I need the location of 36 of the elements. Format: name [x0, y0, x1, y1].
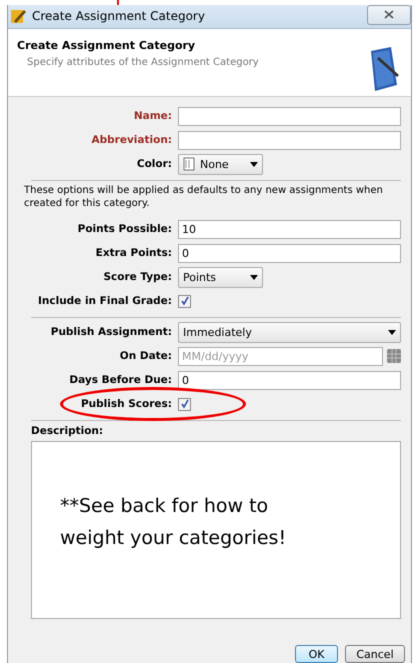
- field-label: Days Before Due:: [68, 374, 173, 386]
- field-label: On Date:: [118, 350, 173, 362]
- field-label: Publish Scores:: [80, 398, 173, 410]
- field-label: Publish Assignment:: [50, 326, 173, 338]
- window-title: Create Assignment Category: [32, 9, 205, 24]
- close-icon: [384, 10, 394, 19]
- defaults-note: These options will be applied as defaults to any new assignments when created for this category.: [23, 184, 384, 210]
- field-label: Points Possible:: [76, 223, 173, 235]
- input-field[interactable]: 10: [178, 220, 401, 238]
- checkbox[interactable]: [178, 398, 191, 410]
- cancel-button[interactable]: Cancel: [345, 645, 405, 663]
- description-label: Description:: [31, 425, 104, 437]
- field-label: Color:: [136, 158, 173, 170]
- ok-button[interactable]: OK: [295, 645, 338, 663]
- caret-icon: [388, 330, 396, 334]
- dialog-subtitle: Specify attributes of the Assignment Category: [27, 56, 259, 68]
- dropdown[interactable]: Immediately: [178, 322, 401, 342]
- field-label: Score Type:: [102, 271, 173, 283]
- input-field[interactable]: [178, 106, 401, 126]
- dropdown[interactable]: None: [178, 154, 263, 174]
- checkbox[interactable]: [178, 294, 191, 308]
- field-label: Include in Final Grade:: [36, 295, 173, 307]
- close-button[interactable]: [367, 5, 411, 25]
- field-label: Abbreviation:: [90, 134, 173, 146]
- dialog-title: Create Assignment Category: [17, 38, 196, 52]
- swatch-icon: [183, 157, 195, 171]
- caret-icon: [250, 274, 258, 280]
- description-field[interactable]: **See back for how to weight your categories!: [31, 441, 401, 619]
- field-label: Extra Points:: [94, 247, 173, 259]
- input-field[interactable]: 0: [178, 370, 401, 390]
- pencil-icon: [10, 8, 26, 24]
- dropdown[interactable]: Points: [178, 266, 263, 288]
- field-label: Name:: [132, 110, 173, 122]
- caret-icon: [250, 162, 258, 166]
- input-field[interactable]: 0: [178, 244, 401, 262]
- input-field[interactable]: [178, 130, 401, 150]
